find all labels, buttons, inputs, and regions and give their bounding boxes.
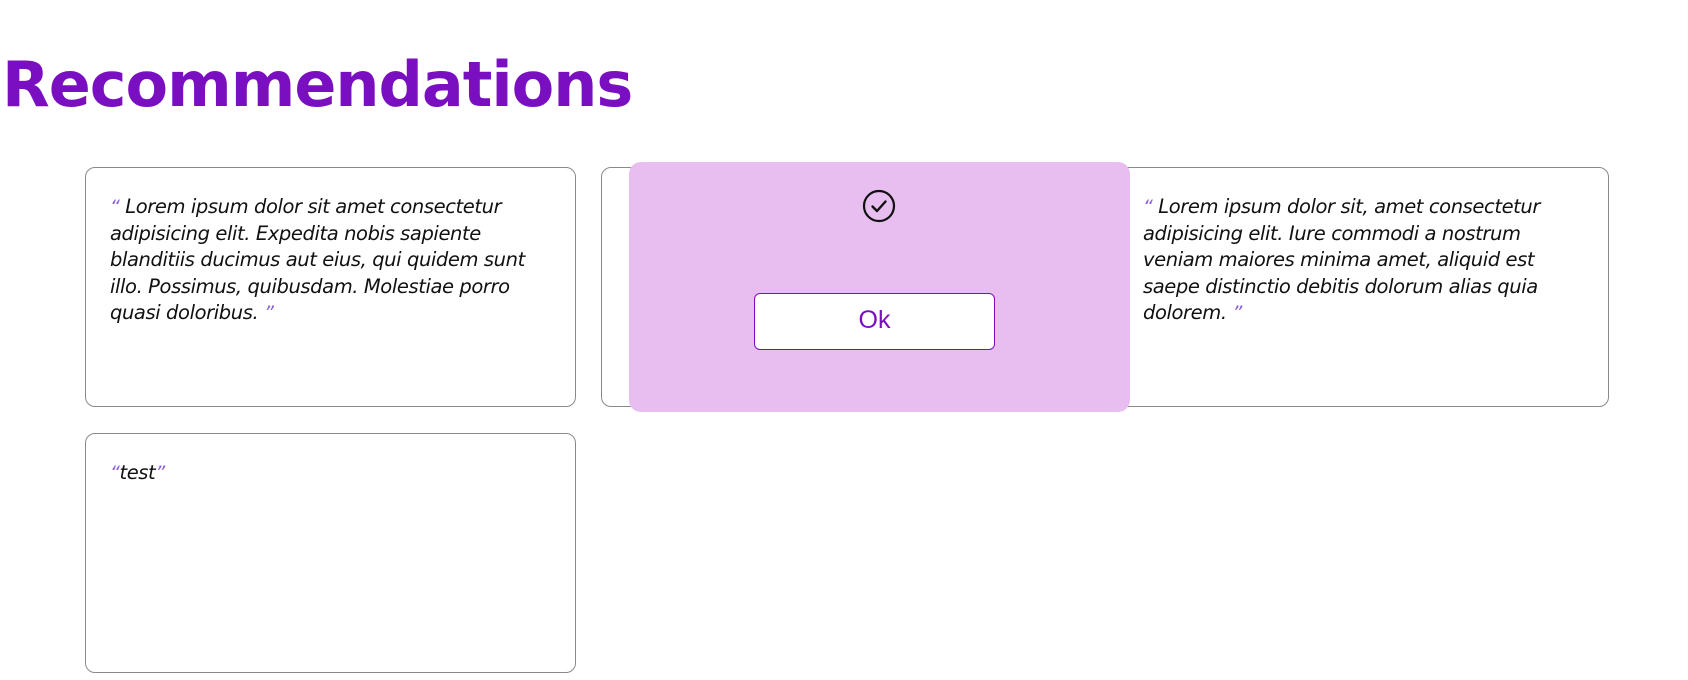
close-quote-mark: ” — [264, 302, 274, 324]
success-dialog: Ok — [629, 162, 1130, 412]
close-quote-mark: ” — [155, 462, 165, 484]
open-quote-mark: “ — [110, 196, 120, 218]
check-circle-icon — [862, 189, 896, 223]
recommendation-body: test — [119, 461, 156, 484]
recommendation-card: “test” — [85, 433, 576, 673]
recommendation-text: “ Lorem ipsum dolor sit amet consectetur… — [110, 194, 551, 327]
page: Recommendations “ Lorem ipsum dolor sit … — [0, 0, 1688, 680]
recommendation-card: “ Lorem ipsum dolor sit, amet consectetu… — [1118, 167, 1609, 407]
close-quote-mark: ” — [1232, 302, 1242, 324]
recommendation-text: “ Lorem ipsum dolor sit, amet consectetu… — [1143, 194, 1584, 327]
recommendation-body: Lorem ipsum dolor sit, amet consectetur … — [1143, 195, 1541, 324]
recommendation-text: “test” — [110, 460, 551, 487]
page-title: Recommendations — [2, 48, 633, 121]
recommendation-body: Lorem ipsum dolor sit amet consectetur a… — [110, 195, 525, 324]
ok-button[interactable]: Ok — [754, 293, 995, 350]
open-quote-mark: “ — [1143, 196, 1153, 218]
recommendation-card: “ Lorem ipsum dolor sit amet consectetur… — [85, 167, 576, 407]
